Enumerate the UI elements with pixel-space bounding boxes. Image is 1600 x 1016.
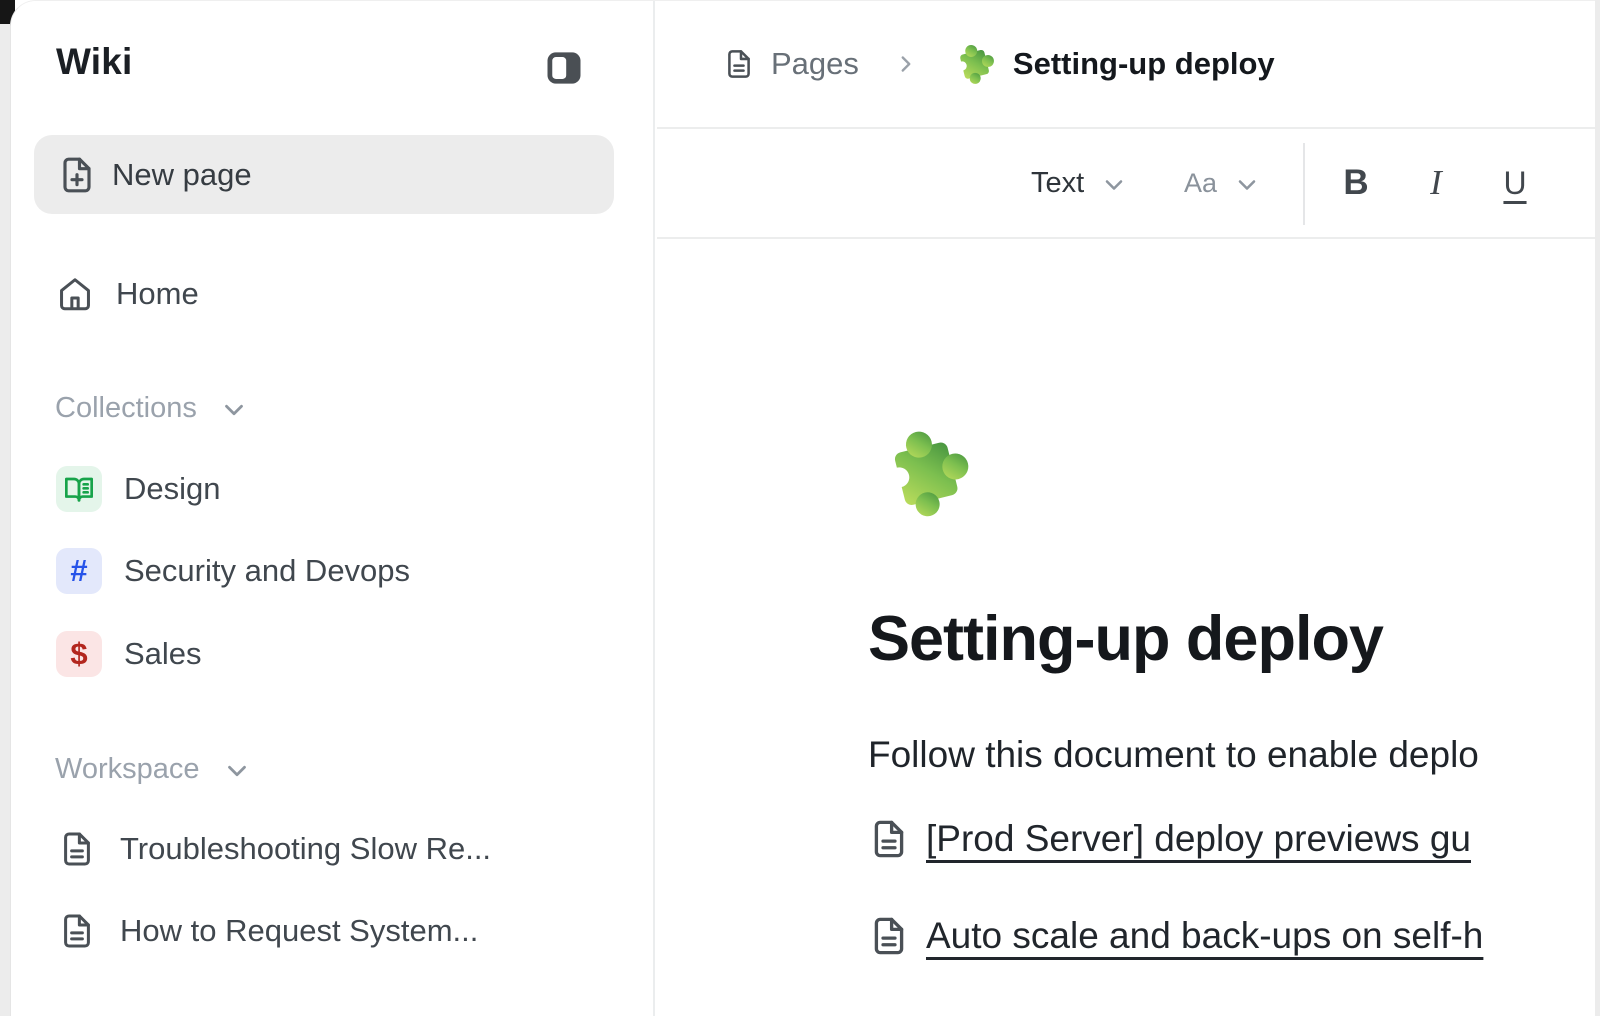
sidebar-item-label: How to Request System... — [120, 913, 478, 949]
chevron-right-icon — [893, 51, 919, 77]
sidebar-item-label: Security and Devops — [124, 553, 410, 589]
new-page-button[interactable]: New page — [34, 135, 614, 214]
page-link-auto-scale[interactable]: Auto scale and back-ups on self-h — [926, 915, 1483, 957]
hash-icon: # — [56, 548, 102, 594]
page-link-prod-server[interactable]: [Prod Server] deploy previews gu — [926, 818, 1471, 860]
chevron-down-icon — [219, 395, 249, 425]
italic-button[interactable]: I — [1413, 129, 1459, 237]
sidebar-item-troubleshooting[interactable]: Troubleshooting Slow Re... — [58, 827, 491, 871]
sidebar-title: Wiki — [56, 41, 133, 83]
sidebar-item-label: Design — [124, 471, 221, 507]
home-icon — [56, 274, 94, 314]
document-icon — [723, 45, 755, 83]
section-header-workspace[interactable]: Workspace — [55, 748, 252, 790]
document-icon — [868, 815, 910, 863]
main-area: Pages Setting-up deploy Text Aa B I U Se… — [657, 1, 1600, 1016]
sidebar-item-label: Sales — [124, 636, 202, 672]
breadcrumb-current-page: Setting-up deploy — [1013, 46, 1275, 82]
document-icon — [58, 827, 96, 871]
document-icon — [868, 912, 910, 960]
sidebar-item-design[interactable]: Design — [56, 466, 221, 512]
text-style-label: Text — [1031, 167, 1084, 200]
page-link-row: Auto scale and back-ups on self-h — [868, 912, 1483, 960]
breadcrumb-pages-link[interactable]: Pages — [771, 46, 859, 82]
sidebar-item-label: Home — [116, 276, 199, 312]
dollar-icon: $ — [56, 631, 102, 677]
font-size-dropdown[interactable]: Aa — [1184, 129, 1261, 237]
sidebar-item-label: Troubleshooting Slow Re... — [120, 831, 491, 867]
page-link-row: [Prod Server] deploy previews gu — [868, 815, 1471, 863]
text-style-dropdown[interactable]: Text — [1031, 129, 1128, 237]
document-icon — [58, 909, 96, 953]
font-size-label: Aa — [1184, 168, 1217, 199]
page-title[interactable]: Setting-up deploy — [868, 603, 1383, 675]
sidebar: Wiki New page Home Collections — [11, 1, 655, 1016]
sidebar-item-how-to-request[interactable]: How to Request System... — [58, 909, 478, 953]
underline-button[interactable]: U — [1492, 129, 1538, 237]
section-label: Collections — [55, 392, 197, 425]
page-intro-text[interactable]: Follow this document to enable deplo — [868, 734, 1479, 776]
page-emoji-puzzle-piece[interactable] — [875, 421, 975, 525]
puzzle-piece-icon — [951, 41, 997, 87]
new-page-icon — [57, 153, 97, 197]
book-open-icon — [56, 466, 102, 512]
window-right-edge — [1595, 0, 1600, 1016]
chevron-down-icon — [222, 756, 252, 786]
sidebar-item-security-and-devops[interactable]: # Security and Devops — [56, 548, 410, 594]
breadcrumb-bar: Pages Setting-up deploy — [657, 1, 1600, 129]
breadcrumb: Pages Setting-up deploy — [723, 1, 1275, 127]
sidebar-item-home[interactable]: Home — [56, 271, 199, 317]
window-left-edge — [0, 24, 10, 1016]
new-page-label: New page — [112, 157, 252, 193]
formatting-toolbar: Text Aa B I U — [657, 129, 1600, 239]
section-label: Workspace — [55, 753, 200, 786]
section-header-collections[interactable]: Collections — [55, 387, 249, 429]
bold-button[interactable]: B — [1333, 129, 1379, 237]
app-window: Wiki New page Home Collections — [10, 0, 1600, 1016]
sidebar-toggle-icon — [542, 45, 586, 91]
sidebar-toggle-button[interactable] — [542, 45, 586, 91]
sidebar-item-sales[interactable]: $ Sales — [56, 631, 202, 677]
chevron-down-icon — [1100, 171, 1128, 199]
chevron-down-icon — [1233, 171, 1261, 199]
toolbar-divider — [1303, 143, 1305, 225]
